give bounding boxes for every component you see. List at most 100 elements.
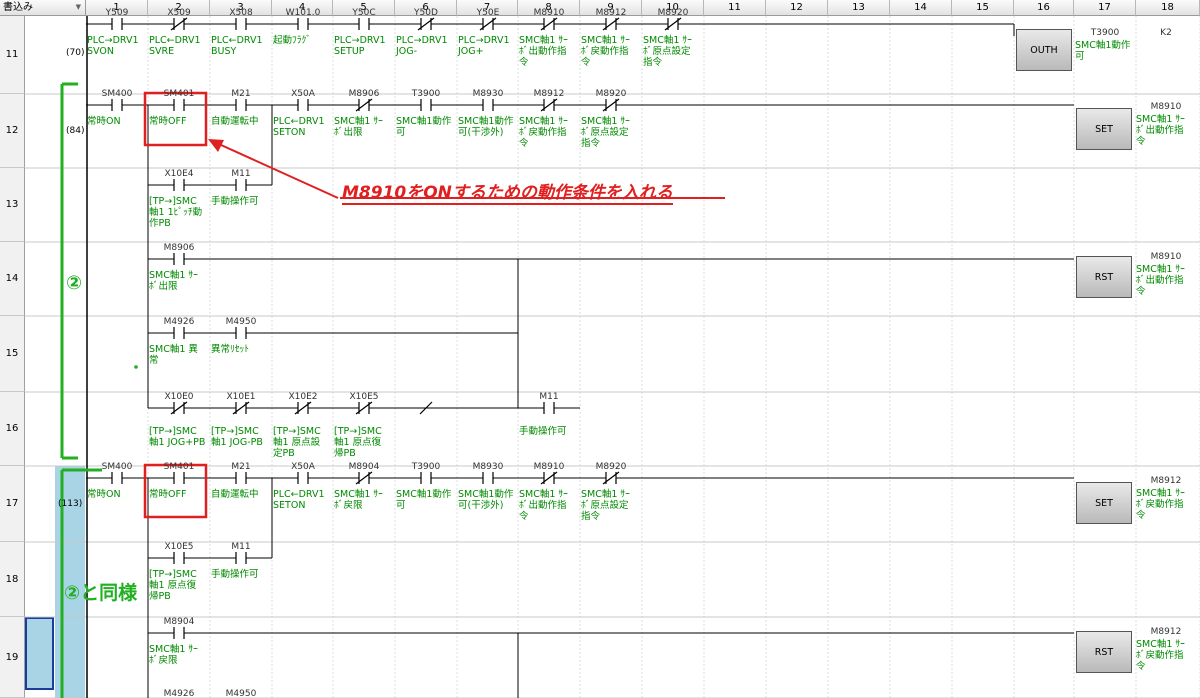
rung70-comment-7: SMC軸1 ｻｰ ﾎﾞ出動作指 令 bbox=[519, 35, 568, 68]
rung113-device-6: M8930 bbox=[472, 462, 504, 472]
rung84-comment-8: SMC軸1 ｻｰ ﾎﾞ原点設定 指令 bbox=[581, 116, 630, 149]
rung70-comment-2: PLC←DRV1 BUSY bbox=[211, 35, 263, 57]
rung113-comment-2: 自動運転中 bbox=[211, 489, 259, 500]
rung113-coil-set[interactable]: SET bbox=[1076, 482, 1132, 524]
rung84-b1-comment-1: 手動操作可 bbox=[211, 196, 259, 207]
rung84-device-4: M8906 bbox=[348, 89, 380, 99]
rung84-b2-device-0: M4926 bbox=[163, 317, 195, 327]
rung84-comment-1: 常時OFF bbox=[149, 116, 187, 127]
rung84-device-5: T3900 bbox=[411, 89, 441, 99]
rung70-coil-outh[interactable]: OUTH bbox=[1016, 29, 1072, 71]
rung84-b3-comment-1: [TP→]SMC 軸1 JOG-PB bbox=[211, 426, 263, 448]
rung113-comment-4: SMC軸1 ｻｰ ﾎﾞ戻限 bbox=[334, 489, 383, 511]
rung70-device-1: X509 bbox=[167, 8, 191, 18]
rung113-comment-8: SMC軸1 ｻｰ ﾎﾞ原点設定 指令 bbox=[581, 489, 630, 522]
rung84-coil-rst[interactable]: RST bbox=[1076, 256, 1132, 298]
rung70-comment-8: SMC軸1 ｻｰ ﾎﾞ戻動作指 令 bbox=[581, 35, 630, 68]
rung70-device-2: X508 bbox=[229, 8, 253, 18]
rung113-device-3: X50A bbox=[291, 462, 315, 472]
step-number-113: (113) bbox=[58, 499, 83, 509]
rung84-b1-device-0: X10E4 bbox=[164, 169, 194, 179]
rung113-device-4: M8904 bbox=[348, 462, 380, 472]
rung84-comment-5: SMC軸1動作 可 bbox=[396, 116, 452, 138]
rung84-comment-4: SMC軸1 ｻｰ ﾎﾞ出限 bbox=[334, 116, 383, 138]
rung84-b3-comment-0: [TP→]SMC 軸1 JOG+PB bbox=[149, 426, 206, 448]
rung113-device-0: SM400 bbox=[101, 462, 133, 472]
rung84-b3-comment-3: [TP→]SMC 軸1 原点復 帰PB bbox=[334, 426, 382, 459]
rung84-device-0: SM400 bbox=[101, 89, 133, 99]
rung84-b3-device-3: X10E5 bbox=[349, 392, 379, 402]
rung70-comment-6: PLC→DRV1 JOG+ bbox=[458, 35, 510, 57]
rung84-b3-comment-2: [TP→]SMC 軸1 原点設 定PB bbox=[273, 426, 321, 459]
rung113-rst-device: M8904 bbox=[163, 617, 195, 627]
rung84-b2-device-1: M4950 bbox=[225, 317, 257, 327]
rung113-b2-device-1: M4950 bbox=[225, 689, 257, 698]
rung113-device-2: M21 bbox=[231, 462, 251, 472]
rung84-comment-6: SMC軸1動作 可(干渉外) bbox=[458, 116, 514, 138]
annotation-circle-2: ② bbox=[66, 272, 83, 294]
rung84-b3-device-1: X10E1 bbox=[226, 392, 256, 402]
rung70-device-3: W101.0 bbox=[285, 8, 321, 18]
rung84-rst-out-device: M8910 bbox=[1150, 252, 1182, 262]
rung113-rst-out-device: M8912 bbox=[1150, 627, 1182, 637]
rung70-comment-0: PLC→DRV1 SVON bbox=[87, 35, 139, 57]
rung84-device-7: M8912 bbox=[533, 89, 565, 99]
rung84-rst-out-comment: SMC軸1 ｻｰ ﾎﾞ出動作指 令 bbox=[1136, 264, 1185, 297]
rung113-b1-comment-0: [TP→]SMC 軸1 原点復 帰PB bbox=[149, 569, 197, 602]
rung84-comment-2: 自動運転中 bbox=[211, 116, 259, 127]
rung113-comment-7: SMC軸1 ｻｰ ﾎﾞ出動作指 令 bbox=[519, 489, 568, 522]
rung113-b1-device-1: M11 bbox=[231, 542, 251, 552]
rung84-b3-device-4: M11 bbox=[539, 392, 559, 402]
rung113-comment-6: SMC軸1動作 可(干渉外) bbox=[458, 489, 514, 511]
rung113-rst-out-comment: SMC軸1 ｻｰ ﾎﾞ戻動作指 令 bbox=[1136, 639, 1185, 672]
rung70-device-9: M8920 bbox=[657, 8, 689, 18]
rung113-rst-comment: SMC軸1 ｻｰ ﾎﾞ戻限 bbox=[149, 644, 198, 666]
step-number-84: (84) bbox=[66, 126, 85, 136]
rung70-out-device: T3900 bbox=[1090, 28, 1120, 38]
rung113-coil-rst[interactable]: RST bbox=[1076, 631, 1132, 673]
rung84-out-comment: SMC軸1 ｻｰ ﾎﾞ出動作指 令 bbox=[1136, 114, 1185, 147]
rung84-device-2: M21 bbox=[231, 89, 251, 99]
rung84-b2-comment-0: SMC軸1 異 常 bbox=[149, 344, 198, 366]
rung113-out-comment: SMC軸1 ｻｰ ﾎﾞ戻動作指 令 bbox=[1136, 488, 1185, 521]
rung70-comment-4: PLC→DRV1 SETUP bbox=[334, 35, 386, 57]
rung84-device-8: M8920 bbox=[595, 89, 627, 99]
rung113-b1-comment-1: 手動操作可 bbox=[211, 569, 259, 580]
rung113-device-1: SM401 bbox=[163, 462, 195, 472]
rung113-b2-device-0: M4926 bbox=[163, 689, 195, 698]
rung84-b3-device-2: X10E2 bbox=[288, 392, 318, 402]
rung113-device-7: M8910 bbox=[533, 462, 565, 472]
rung113-device-5: T3900 bbox=[411, 462, 441, 472]
rung84-device-3: X50A bbox=[291, 89, 315, 99]
rung70-comment-9: SMC軸1 ｻｰ ﾎﾞ原点設定 指令 bbox=[643, 35, 692, 68]
rung84-comment-0: 常時ON bbox=[87, 116, 121, 127]
rung84-b2-comment-1: 異常ﾘｾｯﾄ bbox=[211, 344, 250, 355]
rung70-device-4: Y50C bbox=[352, 8, 376, 18]
rung84-device-6: M8930 bbox=[472, 89, 504, 99]
rung70-device-0: Y509 bbox=[105, 8, 129, 18]
rung113-comment-0: 常時ON bbox=[87, 489, 121, 500]
rung84-b3-device-0: X10E0 bbox=[164, 392, 194, 402]
rung70-device-6: Y50E bbox=[476, 8, 500, 18]
rung70-comment-5: PLC→DRV1 JOG- bbox=[396, 35, 448, 57]
ladder-editor: 書込み ▼ 1 2 3 4 5 6 7 8 9 10 11 12 13 14 15 16 17 18 11 12 13 1… bbox=[0, 0, 1200, 698]
rung113-device-8: M8920 bbox=[595, 462, 627, 472]
rung70-device-7: M8910 bbox=[533, 8, 565, 18]
stray-dot bbox=[134, 365, 138, 369]
rung70-device-8: M8912 bbox=[595, 8, 627, 18]
rung84-b1-device-1: M11 bbox=[231, 169, 251, 179]
rung70-comment-1: PLC←DRV1 SVRE bbox=[149, 35, 201, 57]
rung70-device-5: Y50D bbox=[414, 8, 438, 18]
annotation-note: M8910をONするための動作条件を入れる bbox=[342, 178, 673, 205]
rung70-constant: K2 bbox=[1160, 28, 1172, 38]
annotation-same-as-2: ②と同様 bbox=[64, 582, 138, 604]
rung70-out-comment: SMC軸1動作 可 bbox=[1075, 40, 1131, 62]
rung84-coil-set[interactable]: SET bbox=[1076, 108, 1132, 150]
rung70-comment-3: 起動ﾌﾗｸﾞ bbox=[273, 35, 312, 46]
rung84-out-device: M8910 bbox=[1150, 102, 1182, 112]
rung84-device-1: SM401 bbox=[163, 89, 195, 99]
rung113-comment-3: PLC←DRV1 SETON bbox=[273, 489, 325, 511]
rung113-comment-1: 常時OFF bbox=[149, 489, 187, 500]
rung84-rst-comment: SMC軸1 ｻｰ ﾎﾞ出限 bbox=[149, 270, 198, 292]
rung84-rst-device: M8906 bbox=[163, 243, 195, 253]
